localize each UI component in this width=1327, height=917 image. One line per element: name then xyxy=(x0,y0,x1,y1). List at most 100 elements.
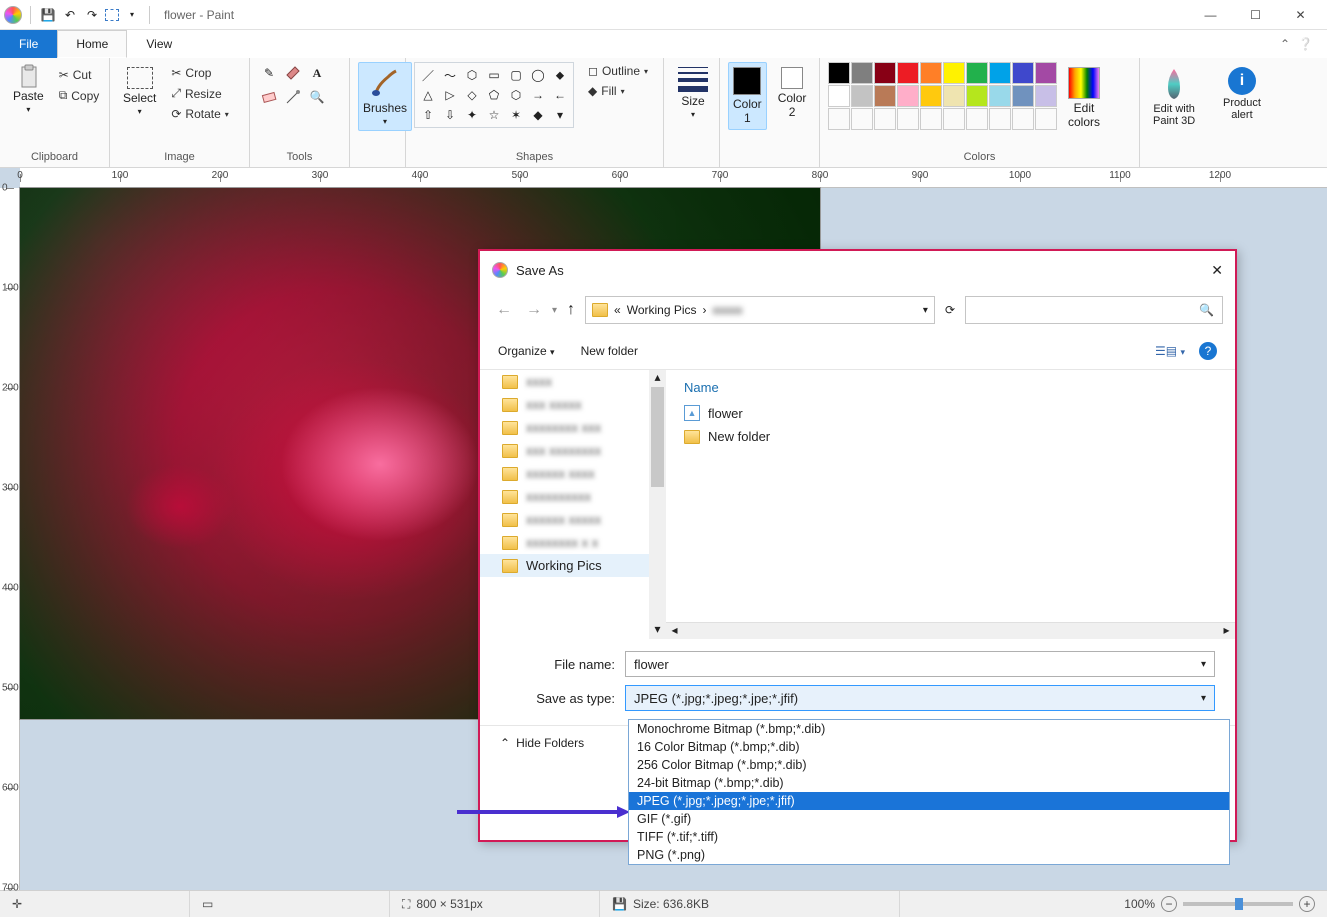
shape-fill-button[interactable]: ◆Fill▾ xyxy=(584,82,652,100)
shape-outline-button[interactable]: ◻Outline▾ xyxy=(584,62,652,80)
dialog-close-button[interactable]: ✕ xyxy=(1211,262,1223,279)
new-folder-button[interactable]: New folder xyxy=(581,344,638,358)
qat-save-icon[interactable]: 💾 xyxy=(39,6,57,24)
image-file-icon: ▲ xyxy=(684,405,700,421)
dd-option-png[interactable]: PNG (*.png) xyxy=(629,846,1229,864)
ribbon: Paste ▾ ✂Cut ⧉Copy Clipboard Select ▾ ✂C… xyxy=(0,58,1327,168)
zoom-slider[interactable] xyxy=(1183,902,1293,906)
product-alert-button[interactable]: i Product alert xyxy=(1218,62,1266,126)
colors-group-label: Colors xyxy=(828,145,1131,167)
dd-option-tiff[interactable]: TIFF (*.tif;*.tiff) xyxy=(629,828,1229,846)
chevron-down-icon[interactable]: ▾ xyxy=(1201,659,1206,670)
dd-option-256-bmp[interactable]: 256 Color Bitmap (*.bmp;*.dib) xyxy=(629,756,1229,774)
size-button[interactable]: Size ▾ xyxy=(672,62,714,124)
qat-undo-icon[interactable]: ↶ xyxy=(61,6,79,24)
minimize-button[interactable]: — xyxy=(1188,0,1233,30)
dd-option-16-bmp[interactable]: 16 Color Bitmap (*.bmp;*.dib) xyxy=(629,738,1229,756)
resize-button[interactable]: ⤢Resize xyxy=(167,84,232,103)
help-icon[interactable]: ❔ xyxy=(1298,37,1313,51)
savetype-label: Save as type: xyxy=(500,691,625,706)
zoom-in-button[interactable]: + xyxy=(1299,896,1315,912)
tab-file[interactable]: File xyxy=(0,30,57,58)
fill-icon: ◆ xyxy=(588,84,597,98)
brushes-button[interactable]: Brushes ▾ xyxy=(358,62,412,131)
up-button[interactable]: ↑ xyxy=(563,297,579,323)
color2-button[interactable]: Color 2 xyxy=(773,62,812,124)
breadcrumb-item[interactable]: Working Pics xyxy=(627,303,697,317)
cut-button[interactable]: ✂Cut xyxy=(55,66,104,84)
dialog-help-button[interactable]: ? xyxy=(1199,342,1217,360)
rainbow-icon xyxy=(1068,67,1100,99)
breadcrumb-overflow[interactable]: « xyxy=(614,303,621,317)
dialog-app-icon xyxy=(492,262,508,278)
file-row-new-folder[interactable]: New folder xyxy=(684,425,1217,448)
maximize-button[interactable]: ☐ xyxy=(1233,0,1278,30)
ruler-horizontal: 0100200300400500600700800900100011001200 xyxy=(20,168,1327,188)
eraser-icon[interactable] xyxy=(258,86,280,108)
rotate-icon: ⟳ xyxy=(171,107,181,121)
tree-scrollbar[interactable]: ▴ ▾ xyxy=(649,370,666,639)
tree-item-working-pics[interactable]: Working Pics xyxy=(480,554,666,577)
bucket-icon[interactable] xyxy=(282,62,304,84)
dd-option-gif[interactable]: GIF (*.gif) xyxy=(629,810,1229,828)
paste-button[interactable]: Paste ▾ xyxy=(8,62,49,119)
file-list[interactable]: Name ▲ flower New folder ◂ ▸ xyxy=(666,370,1235,639)
paste-label: Paste xyxy=(13,89,44,103)
tab-view[interactable]: View xyxy=(127,30,191,58)
dd-option-24-bmp[interactable]: 24-bit Bitmap (*.bmp;*.dib) xyxy=(629,774,1229,792)
breadcrumb-bar[interactable]: « Working Pics › xxxxx ▾ xyxy=(585,296,935,324)
chevron-down-icon[interactable]: ▾ xyxy=(1201,693,1206,704)
edit-colors-button[interactable]: Edit colors xyxy=(1063,62,1105,134)
save-as-dialog: Save As ✕ ← → ▾ ↑ « Working Pics › xxxxx… xyxy=(478,249,1237,842)
color-palette[interactable] xyxy=(828,62,1057,130)
dd-option-mono-bmp[interactable]: Monochrome Bitmap (*.bmp;*.dib) xyxy=(629,720,1229,738)
color1-swatch xyxy=(733,67,761,95)
recent-button[interactable]: ▾ xyxy=(552,305,557,316)
group-tools: ✎ A 🔍 Tools xyxy=(250,58,350,167)
rotate-button[interactable]: ⟳Rotate▾ xyxy=(167,105,232,123)
forward-button[interactable]: → xyxy=(522,297,546,323)
file-list-hscrollbar[interactable]: ◂ ▸ xyxy=(666,622,1235,639)
group-clipboard: Paste ▾ ✂Cut ⧉Copy Clipboard xyxy=(0,58,110,167)
dd-option-jpeg[interactable]: JPEG (*.jpg;*.jpeg;*.jpe;*.jfif) xyxy=(629,792,1229,810)
savetype-dropdown: Monochrome Bitmap (*.bmp;*.dib) 16 Color… xyxy=(628,719,1230,865)
annotation-arrow-icon xyxy=(452,804,632,820)
pencil-icon[interactable]: ✎ xyxy=(258,62,280,84)
qat-dropdown-icon[interactable]: ▾ xyxy=(123,6,141,24)
close-button[interactable]: ✕ xyxy=(1278,0,1323,30)
back-button[interactable]: ← xyxy=(492,297,516,323)
color1-button[interactable]: Color 1 xyxy=(728,62,767,130)
clipboard-icon xyxy=(18,67,38,87)
search-input[interactable]: 🔍 xyxy=(965,296,1223,324)
zoom-out-button[interactable]: − xyxy=(1161,896,1177,912)
view-mode-button[interactable]: ☰▤ ▾ xyxy=(1155,344,1185,358)
selection-icon: ▭ xyxy=(202,897,213,911)
paint3d-button[interactable]: Edit with Paint 3D xyxy=(1148,62,1200,132)
crop-icon: ✂ xyxy=(171,66,181,80)
hide-folders-toggle[interactable]: ⌃Hide Folders xyxy=(500,736,584,750)
folder-tree[interactable]: xxxx xxx xxxxx xxxxxxxx xxx xxx xxxxxxxx… xyxy=(480,370,666,639)
filename-input[interactable]: flower ▾ xyxy=(625,651,1215,677)
tab-home[interactable]: Home xyxy=(57,30,127,58)
ribbon-collapse-icon[interactable]: ⌃ xyxy=(1280,37,1290,51)
magnifier-icon[interactable]: 🔍 xyxy=(306,86,328,108)
group-paint3d: Edit with Paint 3D xyxy=(1140,58,1210,167)
column-name-header[interactable]: Name xyxy=(684,380,1217,401)
qat-redo-icon[interactable]: ↷ xyxy=(83,6,101,24)
organize-menu[interactable]: Organize ▾ xyxy=(498,344,555,358)
file-size: Size: 636.8KB xyxy=(633,897,709,911)
text-icon[interactable]: A xyxy=(306,62,328,84)
savetype-combo[interactable]: JPEG (*.jpg;*.jpeg;*.jpe;*.jfif) ▾ xyxy=(625,685,1215,711)
refresh-button[interactable]: ⟳ xyxy=(941,299,959,321)
canvas-dimensions: 800 × 531px xyxy=(416,897,482,911)
qat-select-icon[interactable] xyxy=(105,9,119,21)
shapes-gallery[interactable]: ／〜⬡▭▢◯⬥ △▷◇⬠⬡→← ⇧⇩✦☆✶◆▾ xyxy=(417,65,571,125)
select-button[interactable]: Select ▾ xyxy=(118,62,161,121)
breadcrumb-item-blurred: xxxxx xyxy=(713,303,743,317)
file-row-flower[interactable]: ▲ flower xyxy=(684,401,1217,425)
copy-button[interactable]: ⧉Copy xyxy=(55,86,104,105)
crop-button[interactable]: ✂Crop xyxy=(167,64,232,82)
color2-swatch xyxy=(781,67,803,89)
group-size: Size ▾ xyxy=(664,58,720,167)
eyedropper-icon[interactable] xyxy=(282,86,304,108)
